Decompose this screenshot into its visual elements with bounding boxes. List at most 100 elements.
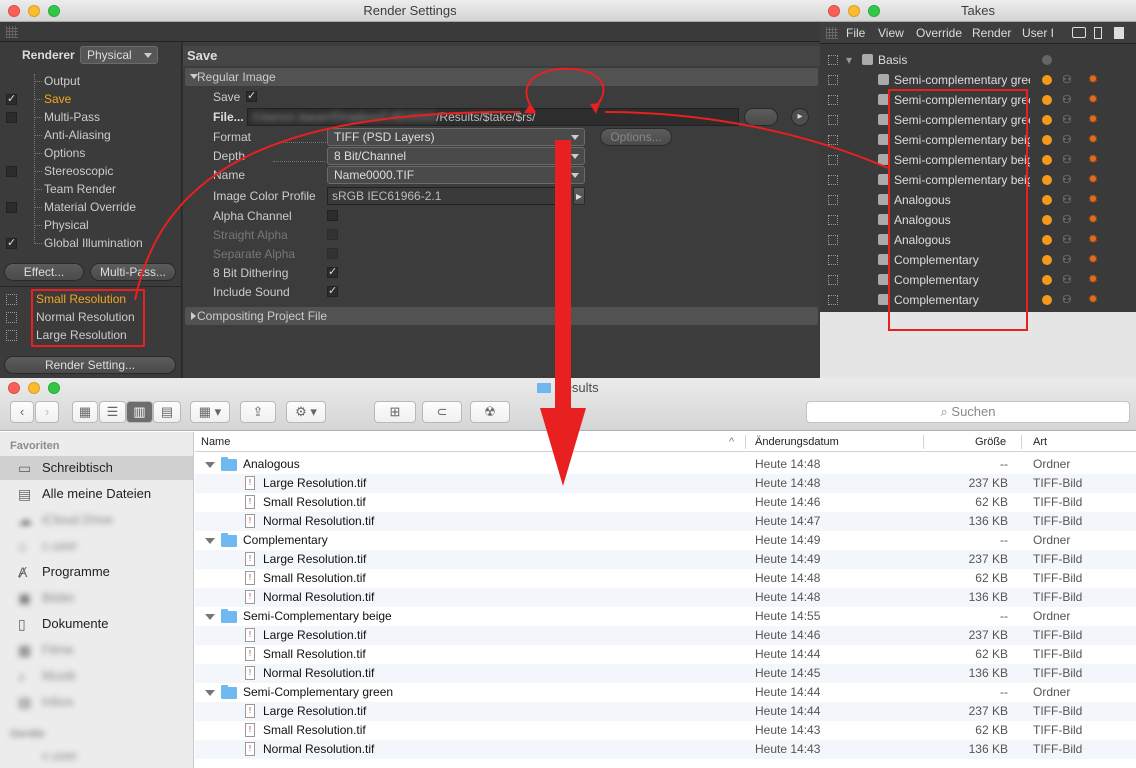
camera-link-icon[interactable]: ⚇ xyxy=(1062,174,1072,186)
take-select-icon[interactable] xyxy=(828,275,838,285)
override-icon[interactable] xyxy=(1042,135,1052,145)
profile-arrow-button[interactable]: ▸ xyxy=(573,187,585,205)
camera-link-icon[interactable]: ⚇ xyxy=(1062,194,1072,206)
zoom-icon[interactable] xyxy=(868,5,880,17)
separate-alpha-checkbox[interactable] xyxy=(327,248,338,259)
sidebar-item[interactable]: ▭ Schreibtisch xyxy=(0,456,193,480)
folder-row[interactable]: Semi-Complementary beige Heute 14:55 -- Ord… xyxy=(195,607,1136,626)
enable-checkbox[interactable] xyxy=(6,202,17,213)
override-icon[interactable] xyxy=(1042,235,1052,245)
file-row[interactable]: ! Small Resolution.tif Heute 14:44 62 KB TIF… xyxy=(195,645,1136,664)
format-dropdown[interactable]: TIFF (PSD Layers) xyxy=(327,128,585,146)
folder-row[interactable]: Complementary Heute 14:49 -- Ordner xyxy=(195,531,1136,550)
new-folder-icon[interactable]: ⊞ xyxy=(374,401,416,423)
sidebar-item[interactable]: ▯ Dokumente xyxy=(0,612,193,636)
enable-checkbox[interactable]: ✓ xyxy=(6,238,17,249)
preset-select-icon[interactable] xyxy=(6,312,17,323)
renderer-dropdown[interactable]: Physical xyxy=(80,46,158,64)
render-setting-icon[interactable]: ✹ xyxy=(1088,153,1098,166)
column-view-button[interactable]: ▥ xyxy=(126,401,153,423)
file-row[interactable]: ! Small Resolution.tif Heute 14:48 62 KB TIF… xyxy=(195,569,1136,588)
file-row[interactable]: ! Large Resolution.tif Heute 14:44 237 KB TI… xyxy=(195,702,1136,721)
regular-image-group[interactable]: Regular Image xyxy=(185,68,818,86)
take-select-icon[interactable] xyxy=(828,155,838,165)
override-icon[interactable] xyxy=(1042,175,1052,185)
profile-field[interactable]: sRGB IEC61966-2.1 xyxy=(327,187,571,205)
take-row-root[interactable]: ▾ Basis xyxy=(820,50,1136,70)
minimize-icon[interactable] xyxy=(848,5,860,17)
take-select-icon[interactable] xyxy=(828,295,838,305)
menu-file[interactable]: File xyxy=(846,26,865,40)
tree-item[interactable]: Team Render xyxy=(0,180,180,198)
tree-item[interactable]: Material Override xyxy=(0,198,180,216)
name-dropdown[interactable]: Name0000.TIF xyxy=(327,166,585,184)
override-icon[interactable] xyxy=(1042,155,1052,165)
tree-item[interactable]: Physical xyxy=(0,216,180,234)
file-row[interactable]: ! Large Resolution.tif Heute 14:48 237 KB TI… xyxy=(195,474,1136,493)
menu-view[interactable]: View xyxy=(878,26,904,40)
file-label[interactable]: File... xyxy=(213,108,244,126)
disclosure-triangle-icon[interactable] xyxy=(205,462,215,473)
take-select-icon[interactable] xyxy=(828,75,838,85)
take-select-icon[interactable] xyxy=(828,135,838,145)
override-icon[interactable] xyxy=(1042,275,1052,285)
forward-button[interactable]: › xyxy=(35,401,59,423)
render-setting-icon[interactable]: ✹ xyxy=(1088,193,1098,206)
options-button[interactable]: Options... xyxy=(600,128,672,146)
icon-view-button[interactable]: ▦ xyxy=(72,401,98,423)
disclosure-triangle-icon[interactable] xyxy=(205,538,215,549)
override-icon[interactable] xyxy=(1042,295,1052,305)
col-kind[interactable]: Art xyxy=(1033,432,1047,452)
override-icon[interactable] xyxy=(1042,75,1052,85)
render-setting-icon[interactable]: ✹ xyxy=(1088,133,1098,146)
camera-link-icon[interactable]: ⚇ xyxy=(1062,74,1072,86)
camera-icon[interactable] xyxy=(1072,27,1086,38)
file-browse-button[interactable] xyxy=(744,108,778,126)
straight-alpha-checkbox[interactable] xyxy=(327,229,338,240)
file-path-field[interactable]: /Users/c.bauer/Dropbox/C4D/2015/Results/… xyxy=(247,108,739,126)
file-arrow-button[interactable]: ▸ xyxy=(791,108,809,126)
camera-link-icon[interactable]: ⚇ xyxy=(1062,214,1072,226)
file-row[interactable]: ! Normal Resolution.tif Heute 14:43 136 KB T… xyxy=(195,740,1136,759)
tree-item[interactable]: Options xyxy=(0,144,180,162)
camera-link-icon[interactable]: ⚇ xyxy=(1062,294,1072,306)
list-view-button[interactable]: ☰ xyxy=(99,401,126,423)
file-row[interactable]: ! Small Resolution.tif Heute 14:46 62 KB TIF… xyxy=(195,493,1136,512)
take-select-icon[interactable] xyxy=(828,55,838,65)
take-select-icon[interactable] xyxy=(828,255,838,265)
disclosure-triangle-icon[interactable] xyxy=(205,690,215,701)
disclosure-triangle-icon[interactable] xyxy=(205,614,215,625)
tree-item[interactable]: ✓ Global Illumination xyxy=(0,234,180,252)
camera-link-icon[interactable]: ⚇ xyxy=(1062,234,1072,246)
render-setting-icon[interactable]: ✹ xyxy=(1088,253,1098,266)
render-setting-icon[interactable]: ✹ xyxy=(1088,293,1098,306)
burn-icon[interactable]: ☢ xyxy=(470,401,510,423)
back-button[interactable]: ‹ xyxy=(10,401,34,423)
sort-chevron-icon[interactable]: ^ xyxy=(729,432,734,452)
file-row[interactable]: ! Large Resolution.tif Heute 14:46 237 KB TI… xyxy=(195,626,1136,645)
tag-icon[interactable]: ⊂ xyxy=(422,401,462,423)
arrange-button[interactable]: ▦ ▾ xyxy=(190,401,230,423)
expand-icon[interactable]: ▾ xyxy=(846,50,852,70)
folder-row[interactable]: Analogous Heute 14:48 -- Ordner xyxy=(195,455,1136,474)
enable-checkbox[interactable] xyxy=(6,112,17,123)
camera-link-icon[interactable]: ⚇ xyxy=(1062,154,1072,166)
share-icon[interactable]: ⇪ xyxy=(240,401,276,423)
sound-checkbox[interactable]: ✓ xyxy=(327,286,338,297)
panel-icon[interactable] xyxy=(1094,27,1102,39)
render-setting-icon[interactable]: ✹ xyxy=(1088,173,1098,186)
depth-dropdown[interactable]: 8 Bit/Channel xyxy=(327,147,585,165)
override-icon[interactable] xyxy=(1042,95,1052,105)
render-setting-button[interactable]: Render Setting... xyxy=(4,356,176,374)
coverflow-view-button[interactable]: ▤ xyxy=(153,401,181,423)
close-icon[interactable] xyxy=(828,5,840,17)
override-icon[interactable] xyxy=(1042,215,1052,225)
render-setting-icon[interactable]: ✹ xyxy=(1088,113,1098,126)
take-select-icon[interactable] xyxy=(828,95,838,105)
render-setting-icon[interactable]: ✹ xyxy=(1088,213,1098,226)
tree-item[interactable]: Output xyxy=(0,72,180,90)
save-checkbox[interactable]: ✓ xyxy=(246,91,257,102)
layout-icon[interactable] xyxy=(1114,27,1124,39)
col-size[interactable]: Größe xyxy=(975,432,1006,452)
sidebar-item[interactable]: ▤ Alle meine Dateien xyxy=(0,482,193,506)
